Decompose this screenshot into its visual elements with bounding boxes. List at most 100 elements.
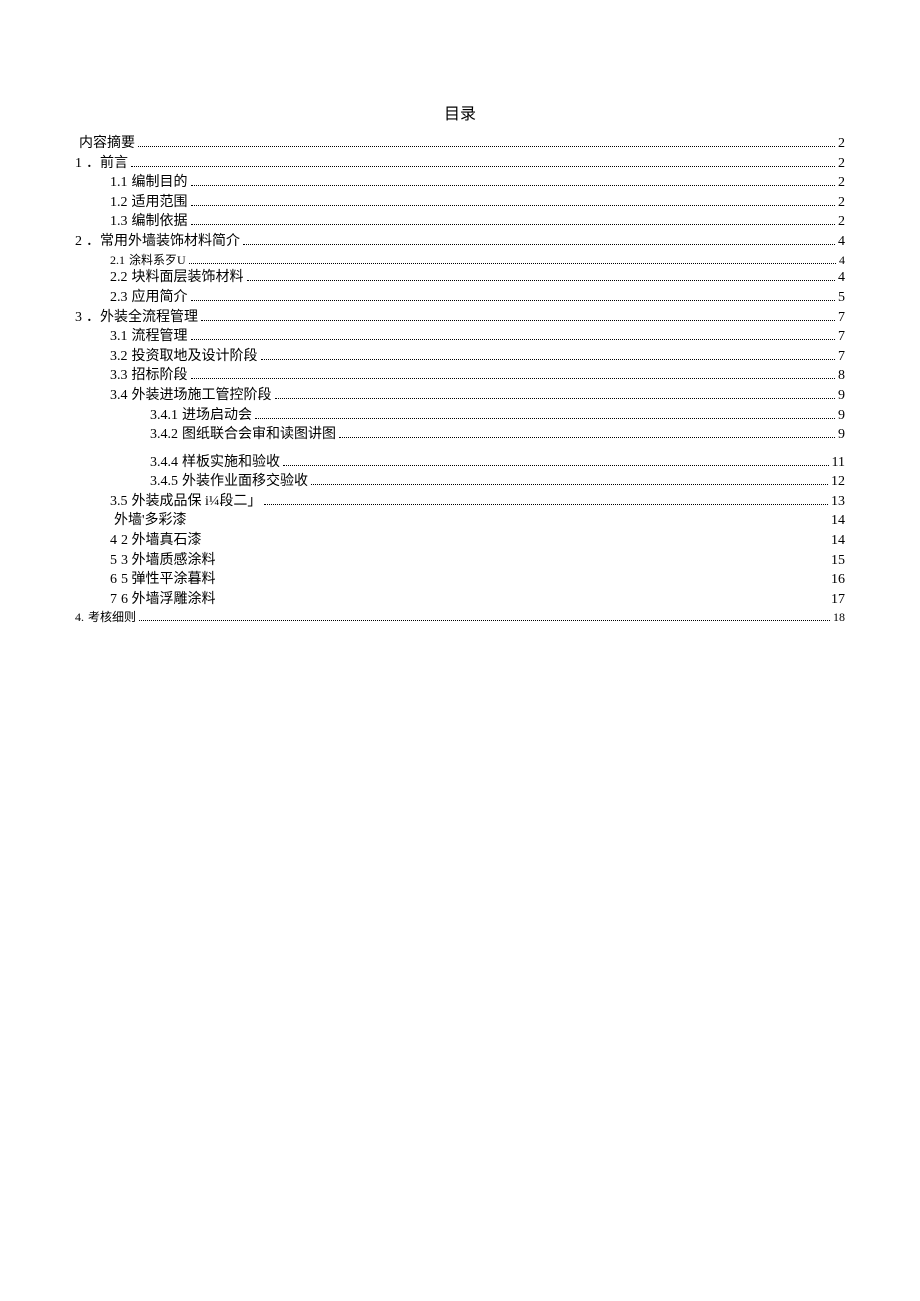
toc-num: 3 [75, 308, 82, 328]
toc-num: 1.3 [110, 212, 128, 232]
toc-dots [139, 620, 830, 621]
toc-page: 8 [838, 366, 845, 386]
toc-text: 外装进场施工管控阶段 [128, 386, 272, 406]
toc-num: 5 [110, 551, 117, 571]
toc-entry: 2.1 涂料系歹U 4 [75, 252, 845, 269]
toc-text: 应用简介 [128, 288, 188, 308]
toc-page: 9 [838, 386, 845, 406]
toc-text: 适用范围 [128, 193, 188, 213]
toc-text: ．外装全流程管理 [82, 308, 198, 328]
toc-text: ．常用外墙装饰材料简介 [82, 232, 240, 252]
toc-page: 7 [838, 327, 845, 347]
toc-num: 3.4.1 [150, 406, 178, 426]
toc-text: 编制依据 [128, 212, 188, 232]
toc-num: 1 [75, 154, 82, 174]
toc-page: 4 [838, 268, 845, 288]
toc-entry: 3.1 流程管理 7 [75, 327, 845, 347]
toc-num: 3.4.2 [150, 425, 178, 445]
toc-page: 14 [831, 511, 845, 531]
toc-entry: 3.4.5 外装作业面移交验收 12 [75, 472, 845, 492]
toc-page: 2 [838, 212, 845, 232]
toc-page: 7 [838, 347, 845, 367]
toc-page: 18 [833, 609, 845, 626]
toc-dots [191, 378, 836, 379]
toc-page: 4 [839, 252, 845, 269]
toc-page: 9 [838, 425, 845, 445]
toc-dots [191, 185, 836, 186]
toc-text: 流程管理 [128, 327, 188, 347]
toc-page: 2 [838, 173, 845, 193]
toc-entry: 内容摘要 2 [75, 134, 845, 154]
toc-text: 招标阶段 [128, 366, 188, 386]
toc-text: 内容摘要 [75, 134, 135, 154]
toc-text: 外装作业面移交验收 [178, 472, 308, 492]
toc-text: 考核细则 [84, 609, 136, 626]
toc-num: 2.3 [110, 288, 128, 308]
toc-text: 图纸联合会审和读图讲图 [178, 425, 336, 445]
toc-page: 17 [831, 590, 845, 610]
toc-entry: 3.4.1 进场启动会 9 [75, 406, 845, 426]
toc-dots [191, 339, 836, 340]
toc-entry: 3.4.2 图纸联合会审和读图讲图 9 [75, 425, 845, 445]
toc-entry: 1.3 编制依据 2 [75, 212, 845, 232]
toc-text: 投资取地及设计阶段 [128, 347, 258, 367]
toc-dots [261, 359, 836, 360]
toc-text: 3 外墙质感涂料 [117, 551, 216, 571]
toc-text: 块料面层装饰材料 [128, 268, 244, 288]
toc-num: 3.4.5 [150, 472, 178, 492]
toc-num: 3.2 [110, 347, 128, 367]
toc-num: 3.5 [110, 492, 128, 512]
toc-entry: 7 6 外墙浮雕涂料 17 [75, 590, 845, 610]
toc-num: 1.2 [110, 193, 128, 213]
toc-dots [191, 205, 836, 206]
toc-text: 外装成品保 i¼段二」 [128, 492, 262, 512]
toc-page: 2 [838, 154, 845, 174]
toc-page: 2 [838, 134, 845, 154]
toc-dots [243, 244, 835, 245]
toc-entry: 6 5 弹性平涂暮料 16 [75, 570, 845, 590]
toc-num: 2 [75, 232, 82, 252]
toc-page: 4 [838, 232, 845, 252]
toc-page: 5 [838, 288, 845, 308]
toc-dots [189, 263, 836, 264]
toc-entry: 4 2 外墙真石漆 14 [75, 531, 845, 551]
toc-text: 5 弹性平涂暮料 [117, 570, 216, 590]
toc-dots [191, 300, 836, 301]
toc-entry: 5 3 外墙质感涂料 15 [75, 551, 845, 571]
toc-page: 14 [831, 531, 845, 551]
toc-text: 外墙'多彩漆 [110, 511, 187, 531]
toc-page: 7 [838, 308, 845, 328]
toc-entry: 3.4 外装进场施工管控阶段 9 [75, 386, 845, 406]
toc-num: 7 [110, 590, 117, 610]
toc-title: 目录 [75, 100, 845, 124]
toc-entry: 外墙'多彩漆 14 [75, 511, 845, 531]
toc-dots [339, 437, 835, 438]
toc-page: 15 [831, 551, 845, 571]
toc-page: 9 [838, 406, 845, 426]
toc-entry: 2.3 应用简介 5 [75, 288, 845, 308]
toc-num: 1.1 [110, 173, 128, 193]
toc-page: 13 [831, 492, 845, 512]
toc-entry: 1.2 适用范围 2 [75, 193, 845, 213]
toc-num: 3.4.4 [150, 453, 178, 473]
toc-dots [283, 465, 829, 466]
toc-dots [201, 320, 835, 321]
toc-entry: 4. 考核细则 18 [75, 609, 845, 626]
toc-text: 涂料系歹U [125, 252, 186, 269]
toc-entry: 3.2 投资取地及设计阶段 7 [75, 347, 845, 367]
toc-dots [138, 146, 835, 147]
toc-dots [191, 224, 836, 225]
toc-entry: 1 ．前言 2 [75, 154, 845, 174]
toc-dots [255, 418, 835, 419]
toc-text: ．前言 [82, 154, 128, 174]
toc-text: 6 外墙浮雕涂料 [117, 590, 216, 610]
toc-entry: 2.2 块料面层装饰材料 4 [75, 268, 845, 288]
toc-num: 3.4 [110, 386, 128, 406]
toc-entry: 3 ．外装全流程管理 7 [75, 308, 845, 328]
toc-entry: 3.4.4 样板实施和验收 11 [75, 453, 845, 473]
toc-page: 11 [832, 453, 845, 473]
toc-entry: 1.1 编制目的 2 [75, 173, 845, 193]
toc-page: 16 [831, 570, 845, 590]
toc-num: 3.1 [110, 327, 128, 347]
toc-num: 3.3 [110, 366, 128, 386]
